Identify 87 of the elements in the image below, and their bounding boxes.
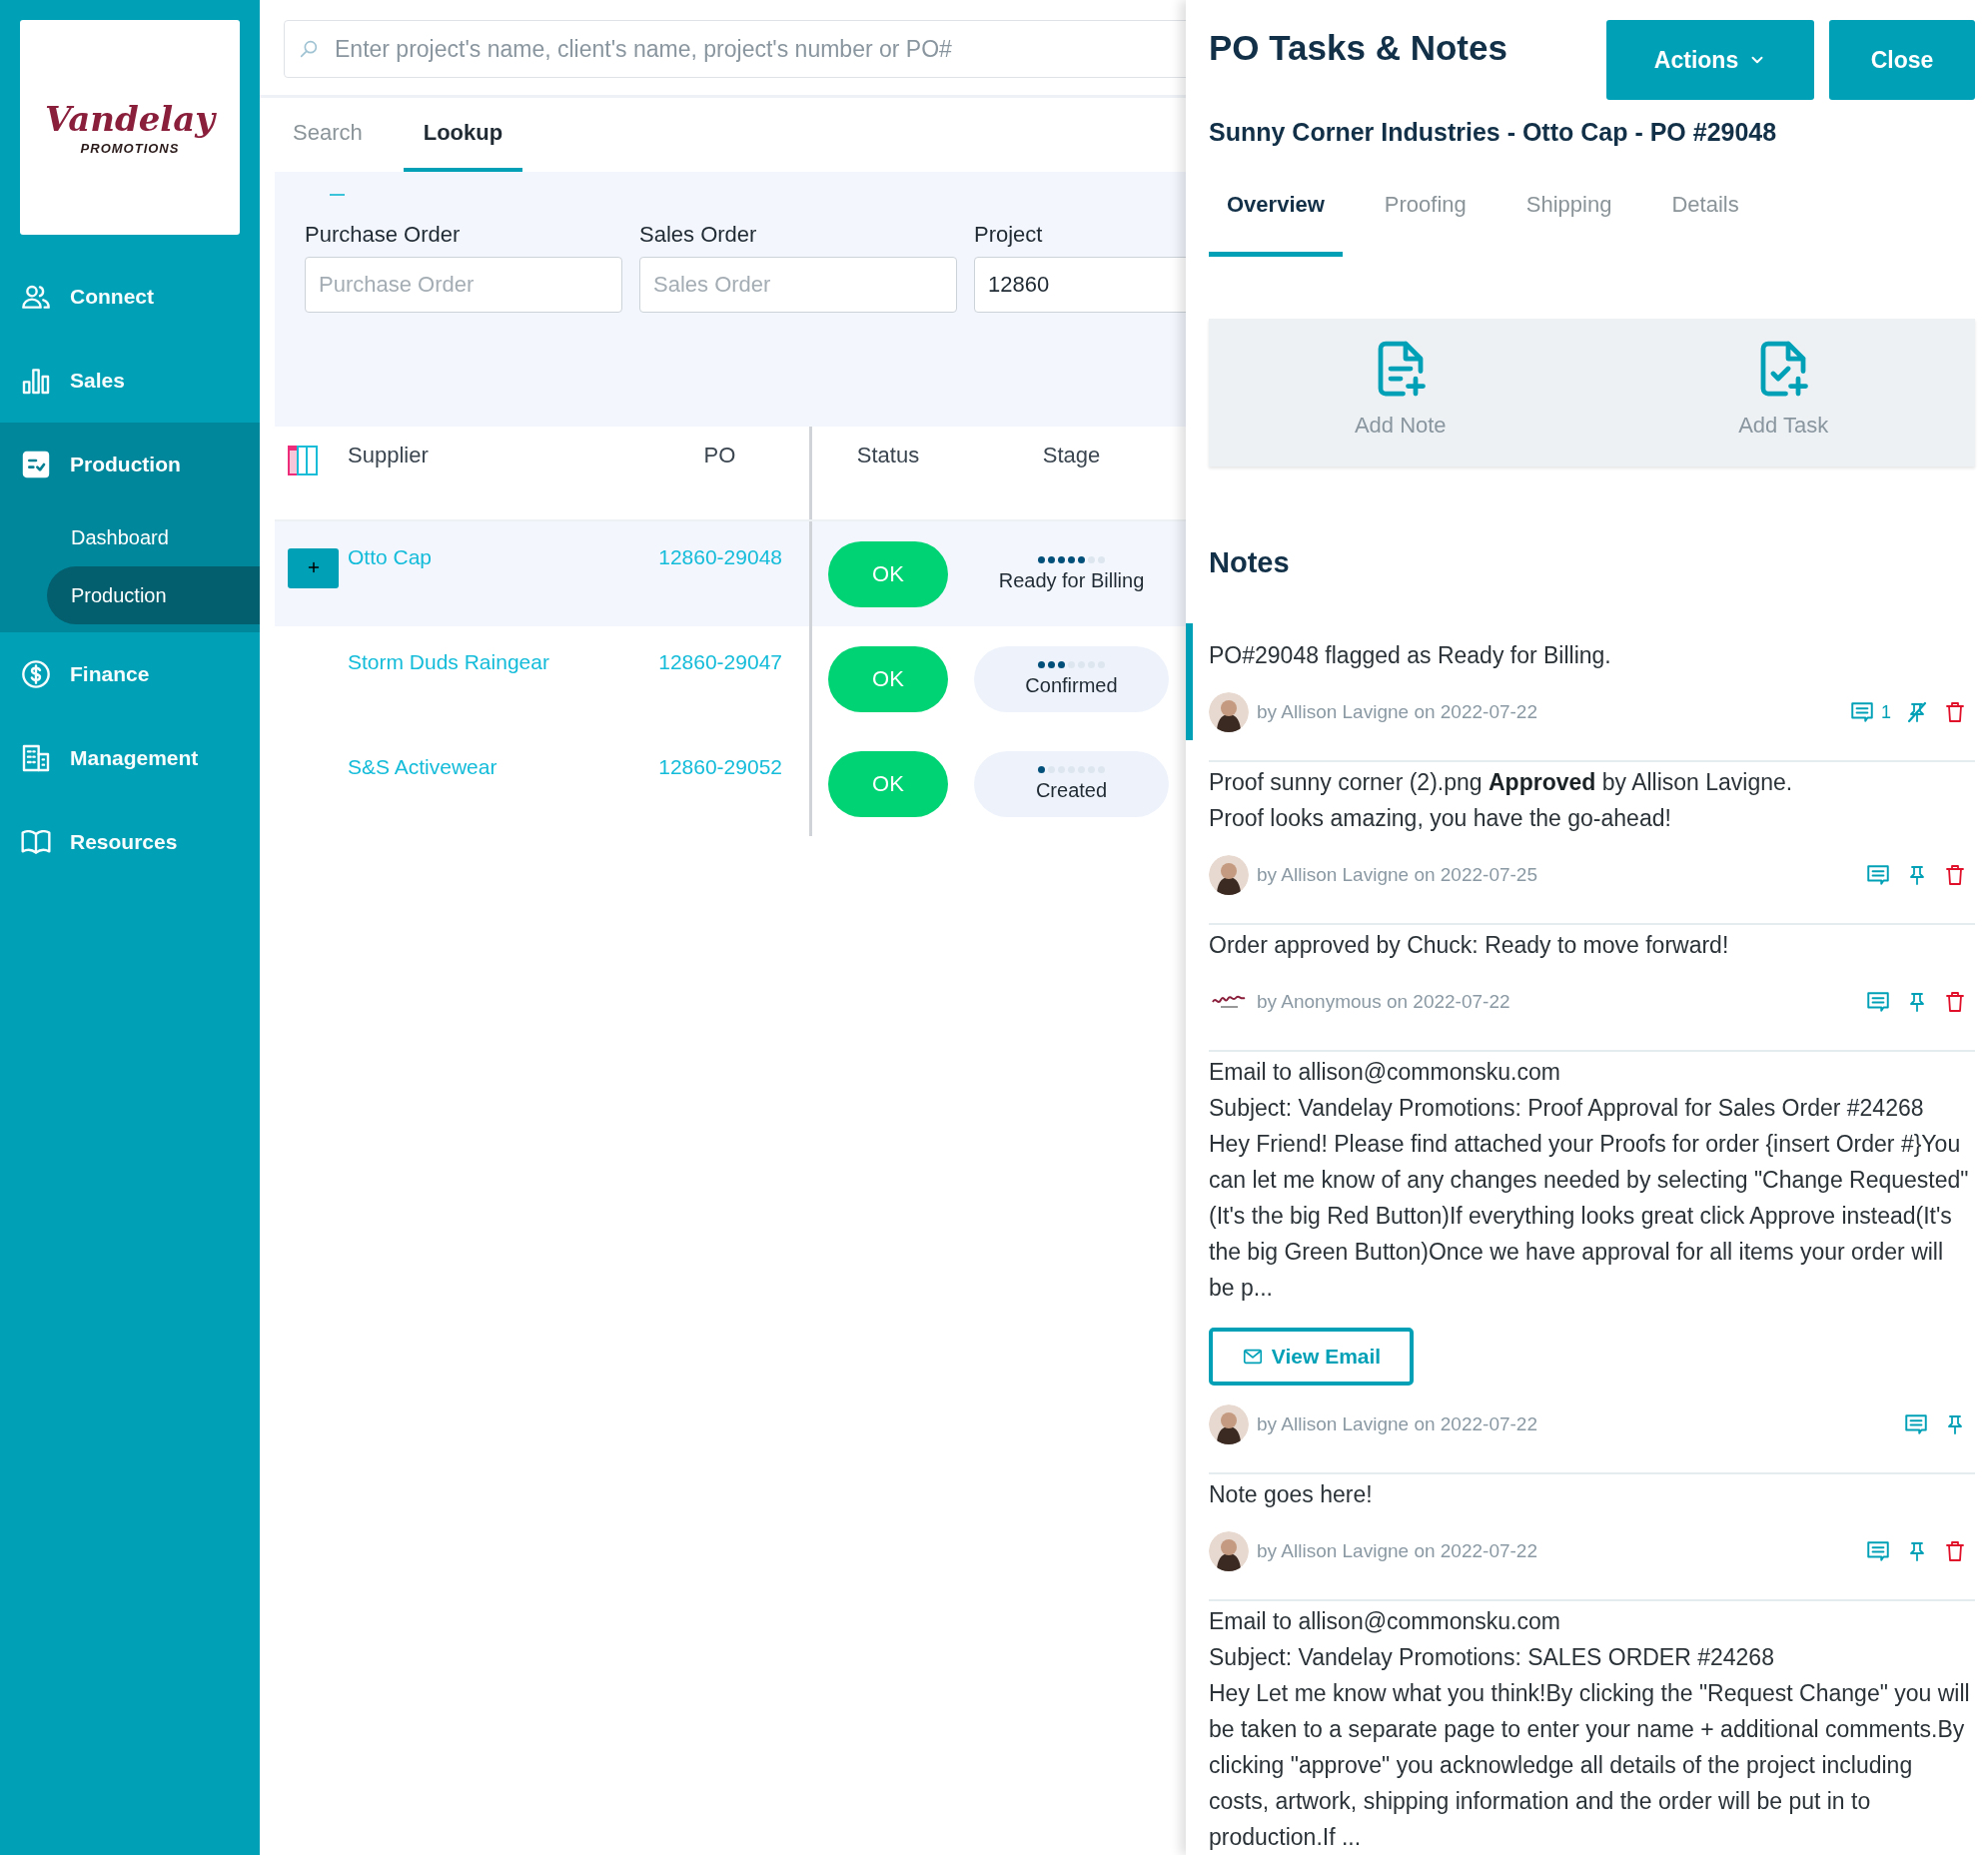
table-row[interactable]: S&S Activewear 12860-29052 OK Created	[275, 731, 1186, 836]
comment-icon	[1865, 862, 1891, 888]
nav-item[interactable]: Resources	[0, 808, 260, 876]
nav-icon	[20, 449, 52, 480]
delete-icon[interactable]	[1943, 700, 1967, 724]
stage-label: Created	[1035, 778, 1108, 802]
po-link[interactable]: 12860-29052	[617, 731, 782, 836]
comment-button[interactable]	[1865, 862, 1891, 888]
input-field[interactable]: Sales Order	[639, 257, 957, 313]
field-label: Sales Order	[639, 222, 758, 248]
po-link[interactable]: 12860-29048	[617, 521, 782, 626]
field-label: Project	[974, 222, 1044, 248]
stage-label: Confirmed	[1025, 673, 1118, 697]
avatar-icon	[1209, 855, 1249, 895]
status-button[interactable]: OK	[828, 750, 948, 817]
nav-icon	[20, 658, 52, 690]
column-header: PO	[702, 442, 737, 469]
comment-button[interactable]	[1903, 1411, 1929, 1437]
note-byline: by Allison Lavigne on 2022-07-22	[1257, 701, 1538, 723]
nav-subitem[interactable]: Production	[47, 566, 260, 624]
nav-icon	[20, 742, 52, 774]
search-icon	[298, 38, 320, 60]
comment-button[interactable]	[1865, 989, 1891, 1015]
input-field[interactable]: Purchase Order	[305, 257, 622, 313]
avatar-icon	[1209, 692, 1249, 732]
supplier-link[interactable]: Otto Cap	[348, 521, 617, 626]
po-link[interactable]: 12860-29047	[617, 626, 782, 731]
note-byline: by Allison Lavigne on 2022-07-22	[1257, 1413, 1538, 1435]
nav-subitem[interactable]: Dashboard	[47, 508, 260, 566]
tab[interactable]: Shipping	[1507, 192, 1630, 257]
supplier-link[interactable]: S&S Activewear	[348, 731, 617, 836]
delete-icon[interactable]	[1943, 1539, 1967, 1563]
nav-item[interactable]: Production	[0, 431, 260, 498]
nav-item[interactable]: Finance	[0, 640, 260, 708]
column-header: Supplier	[348, 442, 430, 469]
add-task-button[interactable]: Add Task	[1591, 319, 1975, 466]
supplier-link[interactable]: Storm Duds Raingear	[348, 626, 617, 731]
tab[interactable]: Proofing	[1366, 192, 1485, 257]
comment-icon	[1903, 1411, 1929, 1437]
delete-icon[interactable]	[1943, 863, 1967, 887]
section-heading: Notes	[1209, 546, 1291, 579]
tab[interactable]: Details	[1653, 192, 1757, 257]
nav-item[interactable]: Connect	[0, 263, 260, 331]
status-button[interactable]: OK	[828, 540, 948, 607]
note-text: Email to allison@commonsku.com	[1209, 1058, 1561, 1087]
comment-icon	[1865, 989, 1891, 1015]
field-label: Purchase Order	[305, 222, 462, 248]
avatar-icon	[1209, 1531, 1249, 1571]
avatar-icon	[1209, 1404, 1249, 1444]
note-text: Email to allison@commonsku.com	[1209, 1607, 1561, 1636]
note-text: Hey Friend! Please find attached your Proofs for order {insert Order #}You can let me know of any changes needed by selecting "Change Requested" (It's the big Red Button)If everything looks great click Approve instead(It's the big Green Button)Once we have approval for all items your order will be p...	[1209, 1130, 1970, 1303]
comment-button[interactable]: 1	[1849, 699, 1891, 725]
delete-icon[interactable]	[1943, 990, 1967, 1014]
column-header: Stage	[1041, 442, 1102, 469]
note-text: Order approved by Chuck: Ready to move forward!	[1209, 931, 1730, 960]
note-text: Proof looks amazing, you have the go-ahead!	[1209, 804, 1672, 833]
input-field[interactable]: 12860	[974, 257, 1186, 313]
status-button[interactable]: OK	[828, 645, 948, 712]
note-text: Note goes here!	[1209, 1480, 1374, 1509]
comment-button[interactable]	[1865, 1538, 1891, 1564]
note-byline: by Anonymous on 2022-07-22	[1257, 991, 1511, 1013]
comment-icon	[1865, 1538, 1891, 1564]
note-byline: by Allison Lavigne on 2022-07-25	[1257, 864, 1538, 886]
table-row[interactable]: Otto Cap 12860-29048 OK Ready for Billing	[275, 521, 1186, 626]
tab[interactable]: Search	[272, 98, 388, 172]
note-byline: by Allison Lavigne on 2022-07-22	[1257, 1540, 1538, 1562]
note-text: Hey Let me know what you think!By clicking the "Request Change" you will be taken to a separate page to enter your name + additional comments.By clicking "approve" you acknowledge all details of the project including costs, artwork, shipping information and the order will be put in to production.If ...	[1209, 1679, 1971, 1852]
columns-icon[interactable]	[288, 446, 318, 475]
table-row[interactable]: Storm Duds Raingear 12860-29047 OK Confirmed	[275, 626, 1186, 731]
note-text: Subject: Vandelay Promotions: SALES ORDER #24268	[1209, 1643, 1775, 1672]
panel-title: PO Tasks & Notes	[1209, 27, 1508, 68]
note-text: Subject: Vandelay Promotions: Proof Approval for Sales Order #24268	[1209, 1094, 1925, 1123]
view-email-button[interactable]: View Email	[1209, 1328, 1414, 1386]
stage-label: Ready for Billing	[998, 568, 1145, 592]
nav-item[interactable]: Sales	[0, 347, 260, 415]
note-text: Proof sunny corner (2).png Approved by Allison Lavigne.	[1209, 768, 1794, 797]
close-button[interactable]: Close	[1829, 20, 1975, 100]
logo: Vandelay PROMOTIONS	[20, 20, 240, 235]
nav-item[interactable]: Management	[0, 724, 260, 792]
tab[interactable]: Overview	[1209, 192, 1343, 257]
actions-button[interactable]: Actions	[1606, 20, 1814, 100]
add-note-button[interactable]: Add Note	[1209, 319, 1592, 466]
comment-icon	[1849, 699, 1875, 725]
search-field[interactable]: Enter project's name, client's name, project's number or PO#	[284, 20, 1186, 78]
note-text: PO#29048 flagged as Ready for Billing.	[1209, 641, 1612, 670]
unpin-icon[interactable]	[1905, 700, 1929, 724]
panel-subtitle: Sunny Corner Industries - Otto Cap - PO #29048	[1209, 118, 1778, 147]
